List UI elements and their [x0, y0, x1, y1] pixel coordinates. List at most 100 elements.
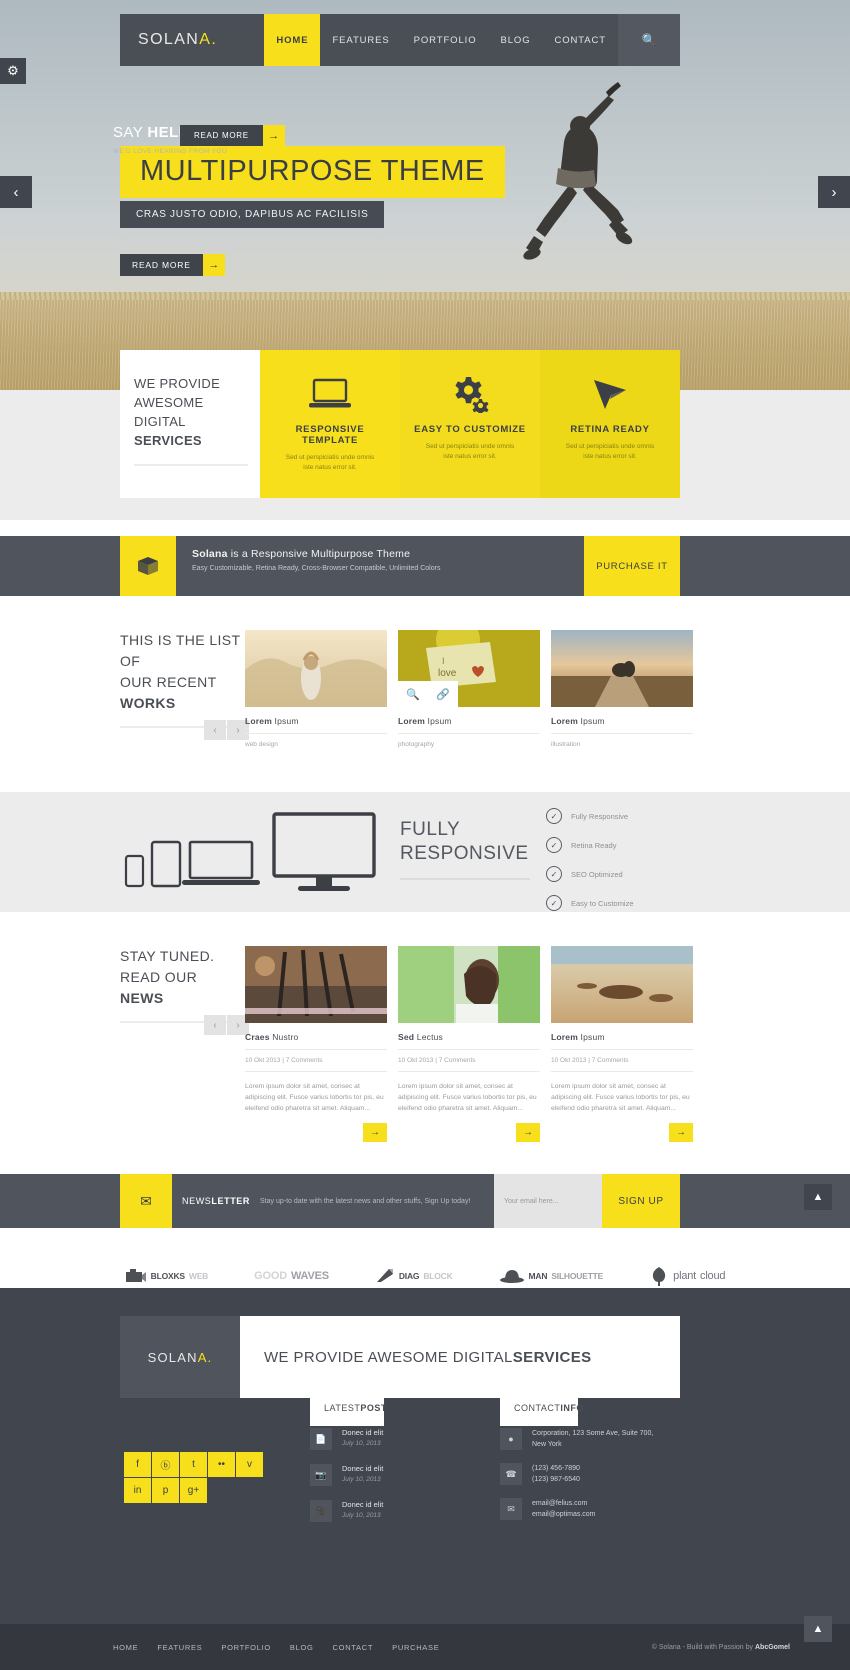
post-title: Donec id elit [342, 1464, 384, 1473]
portfolio-prev-button[interactable]: ‹ [204, 720, 226, 740]
footer-scroll-to-top-button[interactable]: ▲ [804, 1616, 832, 1642]
hero-next-button[interactable]: › [818, 176, 850, 208]
footer-nav-purchase[interactable]: PURCHASE [392, 1643, 439, 1652]
chevron-right-icon: › [831, 183, 837, 201]
file-icon: 📄 [310, 1428, 332, 1450]
nav-item-blog[interactable]: BLOG [488, 14, 542, 66]
nav-item-home[interactable]: HOME [264, 14, 321, 66]
portfolio-card-meta: illustration [551, 741, 581, 748]
main-nav: HOME FEATURES PORTFOLIO BLOG CONTACT [264, 14, 618, 66]
check-circle-icon: ✓ [546, 866, 562, 882]
check-circle-icon: ✓ [546, 808, 562, 824]
post-item[interactable]: 🎥 Donec id elit July 10, 2013 [310, 1500, 485, 1522]
services-read-more-button[interactable]: READ MORE → [180, 125, 285, 146]
clients-logo-row: BLOXKS WEB GOOD WAVES DIAG BLOCK MAN SILHOUE… [0, 1228, 850, 1288]
service-card-responsive[interactable]: RESPONSIVE TEMPLATE Sed ut perspiciatis … [260, 350, 400, 498]
news-card-excerpt: Lorem ipsum dolor sit amet, consec at ad… [551, 1083, 690, 1112]
responsive-title: FULLY RESPONSIVE [400, 818, 530, 880]
news-read-more-button[interactable]: → [363, 1123, 387, 1142]
service-card-customize[interactable]: EASY TO CUSTOMIZE Sed ut perspiciatis un… [400, 350, 540, 498]
newsletter-signup-button[interactable]: SIGN UP [602, 1174, 680, 1228]
portfolio-thumbnail: Ilove 🔍 🔗 [398, 630, 540, 707]
news-prev-button[interactable]: ‹ [204, 1015, 226, 1035]
footer-nav-home[interactable]: HOME [113, 1643, 138, 1652]
nav-item-portfolio[interactable]: PORTFOLIO [402, 14, 489, 66]
footer-nav-features[interactable]: FEATURES [157, 1643, 202, 1652]
news-card-excerpt: Lorem ipsum dolor sit amet, consec at ad… [398, 1083, 537, 1112]
hero-read-more-button[interactable]: READ MORE → [120, 254, 225, 276]
contact-address-line1: Corporation, 123 Some Ave, Suite 700, [532, 1430, 654, 1437]
portfolio-cards: Lorem Ipsum web design Ilove 🔍 🔗 Lorem I… [245, 630, 693, 748]
news-thumbnail [245, 946, 387, 1023]
link-icon[interactable]: 🔗 [436, 688, 450, 701]
footer-claim-bold: SERVICES [512, 1348, 592, 1366]
responsive-feature-list: ✓ Fully Responsive ✓ Retina Ready ✓ SEO Opt… [546, 808, 634, 924]
news-card-title-strong: Craes [245, 1032, 270, 1042]
portfolio-heading-block: THIS IS THE LIST OF OUR RECENT WORKS ‹ › [120, 630, 250, 748]
portfolio-card-title-strong: Lorem [551, 716, 578, 726]
news-card-title-rest: Nustro [269, 1032, 299, 1042]
vimeo-icon[interactable]: v [236, 1452, 263, 1477]
contact-email-line1[interactable]: email@felius.com [532, 1500, 587, 1507]
footer-nav-contact[interactable]: CONTACT [333, 1643, 374, 1652]
scroll-to-top-button[interactable]: ▲ [804, 1184, 832, 1210]
post-date: July 10, 2013 [342, 1440, 381, 1447]
post-item[interactable]: 📷 Donec id elit July 10, 2013 [310, 1464, 485, 1486]
pinterest-icon[interactable]: p [152, 1478, 179, 1503]
news-card[interactable]: Craes Nustro 10 Okt 2013 | 7 Comments Lo… [245, 946, 387, 1142]
settings-tab-button[interactable]: ⚙ [0, 58, 26, 84]
post-item[interactable]: 📄 Donec id elit July 10, 2013 [310, 1428, 485, 1450]
portfolio-hover-actions[interactable]: 🔍 🔗 [398, 681, 458, 707]
nav-item-features[interactable]: FEATURES [320, 14, 401, 66]
jumping-woman-photo [523, 82, 633, 260]
footer-logo-text: SOLAN [147, 1349, 198, 1365]
site-logo[interactable]: SOLAN A. [120, 14, 217, 66]
news-card[interactable]: Sed Lectus 10 Okt 2013 | 7 Comments Lore… [398, 946, 540, 1142]
service-card-text: Sed ut perspiciatis unde omnis iste natu… [285, 454, 375, 471]
linkedin-icon[interactable]: in [124, 1478, 151, 1503]
news-card-divider [398, 1049, 540, 1050]
service-card-title: RESPONSIVE TEMPLATE [295, 424, 365, 446]
search-button[interactable]: 🔍 [618, 14, 680, 66]
responsive-title-line1: FULLY [400, 819, 461, 840]
footer-nav-blog[interactable]: BLOG [290, 1643, 314, 1652]
news-read-more-button[interactable]: → [516, 1123, 540, 1142]
news-card-title-strong: Lorem [551, 1032, 578, 1042]
portfolio-card[interactable]: Lorem Ipsum web design [245, 630, 387, 748]
flickr-icon[interactable]: •• [208, 1452, 235, 1477]
news-thumbnail [398, 946, 540, 1023]
portfolio-card-title-strong: Lorem [398, 716, 425, 726]
search-icon[interactable]: 🔍 [406, 688, 420, 701]
news-read-more-button[interactable]: → [669, 1123, 693, 1142]
footer-nav-portfolio[interactable]: PORTFOLIO [221, 1643, 271, 1652]
newsletter-email-input[interactable]: Your email here... [494, 1174, 602, 1228]
purchase-it-button[interactable]: PURCHASE IT [584, 536, 680, 596]
contact-address-line2: New York [532, 1441, 562, 1448]
latest-post-head-light: LATEST [324, 1403, 361, 1413]
twitter-icon[interactable]: t [180, 1452, 207, 1477]
portfolio-section: THIS IS THE LIST OF OUR RECENT WORKS ‹ ›… [120, 630, 693, 748]
news-card-meta: 10 Okt 2013 | 7 Comments [551, 1057, 629, 1064]
portfolio-card[interactable]: Ilove 🔍 🔗 Lorem Ipsum photography [398, 630, 540, 748]
dribbble-icon[interactable]: ⓑ [152, 1452, 179, 1477]
contact-email-line2[interactable]: email@optimas.com [532, 1511, 596, 1518]
googleplus-icon[interactable]: g+ [180, 1478, 207, 1503]
service-card-text: Sed ut perspiciatis unde omnis iste natu… [565, 443, 655, 460]
portfolio-thumbnail [551, 630, 693, 707]
portfolio-heading-line3: WORKS [120, 695, 176, 711]
image-icon: 📷 [310, 1464, 332, 1486]
hero-prev-button[interactable]: ‹ [0, 176, 32, 208]
client-name: plant [673, 1270, 697, 1282]
portfolio-card[interactable]: Lorem Ipsum illustration [551, 630, 693, 748]
latest-post-list: 📄 Donec id elit July 10, 2013 📷 Donec id … [310, 1428, 485, 1536]
service-card-retina[interactable]: RETINA READY Sed ut perspiciatis unde om… [540, 350, 680, 498]
feature-item: ✓ SEO Optimized [546, 866, 634, 882]
portfolio-card-divider [245, 733, 387, 734]
facebook-icon[interactable]: f [124, 1452, 151, 1477]
nav-item-contact[interactable]: CONTACT [542, 14, 618, 66]
gear-icon: ⚙ [7, 63, 19, 78]
newsletter-band: ✉ NEWS LETTER Stay up-to date with the l… [0, 1174, 850, 1228]
footer-logo[interactable]: SOLAN A. [120, 1316, 240, 1398]
service-card-title: RETINA READY [570, 424, 650, 435]
news-card[interactable]: Lorem Ipsum 10 Okt 2013 | 7 Comments Lor… [551, 946, 693, 1142]
